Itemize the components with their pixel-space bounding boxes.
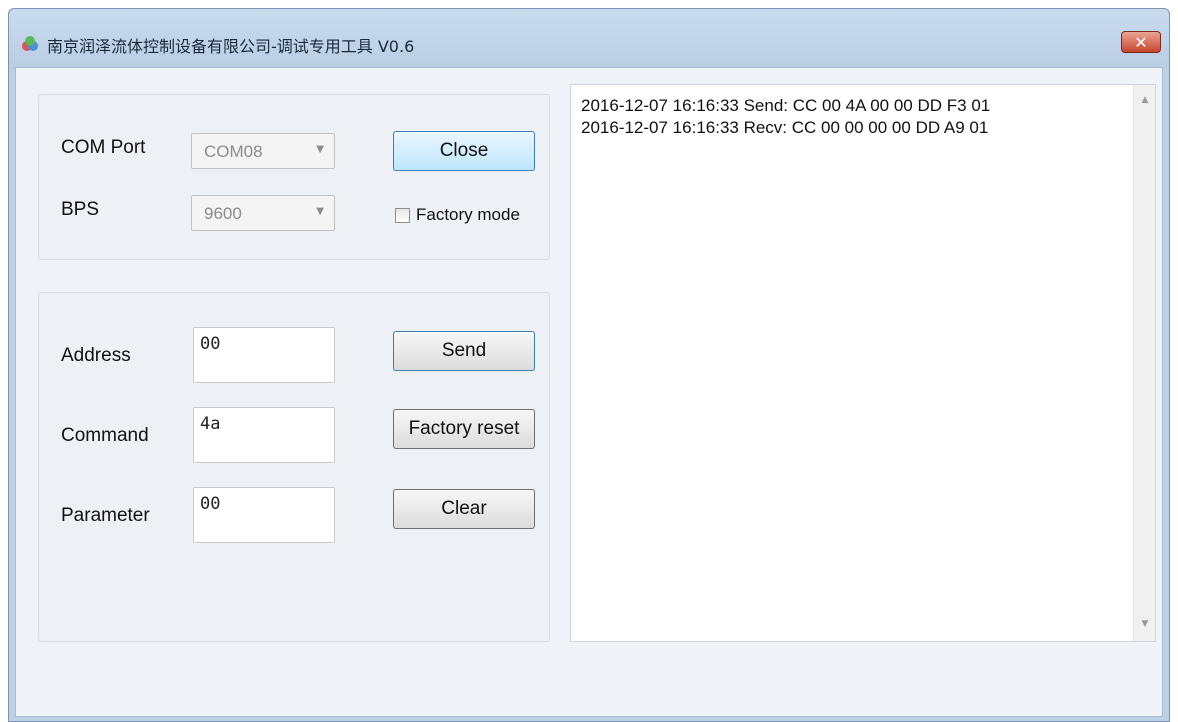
- log-scrollbar[interactable]: ▲ ▼: [1133, 85, 1155, 641]
- title-bar: 南京润泽流体控制设备有限公司-调试专用工具 V0.6 ✕: [9, 9, 1169, 69]
- checkbox-box[interactable]: [395, 207, 410, 223]
- clear-button[interactable]: Clear: [393, 489, 535, 529]
- factory-mode-label: Factory mode: [416, 205, 520, 224]
- log-lines: 2016-12-07 16:16:33 Send: CC 00 4A 00 00…: [581, 95, 990, 139]
- parameter-label: Parameter: [61, 505, 150, 526]
- command-value: 4a: [200, 414, 221, 434]
- bps-label: BPS: [61, 199, 100, 220]
- factory-reset-button[interactable]: Factory reset: [393, 409, 535, 449]
- address-value: 00: [200, 334, 221, 354]
- address-field[interactable]: 00: [193, 327, 335, 383]
- scroll-up-icon[interactable]: ▲: [1134, 95, 1156, 105]
- close-port-button[interactable]: Close: [393, 131, 535, 171]
- send-button[interactable]: Send: [393, 331, 535, 371]
- parameter-value: 00: [200, 494, 221, 514]
- parameter-field[interactable]: 00: [193, 487, 335, 543]
- main-window: 南京润泽流体控制设备有限公司-调试专用工具 V0.6 ✕ COM Port CO…: [8, 8, 1170, 722]
- serial-settings-group: COM Port COM08 ▼ Close BPS 9600 ▼ Factor…: [38, 94, 550, 260]
- app-icon: [22, 36, 38, 51]
- com-port-select[interactable]: COM08 ▼: [191, 133, 335, 169]
- command-field[interactable]: 4a: [193, 407, 335, 463]
- client-area: COM Port COM08 ▼ Close BPS 9600 ▼ Factor…: [15, 67, 1163, 717]
- log-textarea[interactable]: 2016-12-07 16:16:33 Send: CC 00 4A 00 00…: [570, 84, 1156, 642]
- com-port-label: COM Port: [61, 137, 146, 158]
- command-group: Address 00 Send Command 4a Factory reset…: [38, 292, 550, 642]
- bps-select[interactable]: 9600 ▼: [191, 195, 335, 231]
- close-icon: ✕: [1134, 32, 1148, 52]
- bps-value: 9600: [204, 204, 242, 223]
- log-line: 2016-12-07 16:16:33 Recv: CC 00 00 00 00…: [581, 118, 989, 137]
- command-label: Command: [61, 425, 149, 446]
- scroll-down-icon[interactable]: ▼: [1134, 619, 1156, 629]
- com-port-value: COM08: [204, 142, 263, 161]
- window-title: 南京润泽流体控制设备有限公司-调试专用工具 V0.6: [47, 37, 415, 56]
- chevron-down-icon: ▼: [316, 206, 324, 217]
- log-line: 2016-12-07 16:16:33 Send: CC 00 4A 00 00…: [581, 96, 991, 115]
- chevron-down-icon: ▼: [316, 144, 324, 155]
- close-window-button[interactable]: ✕: [1121, 31, 1161, 53]
- factory-mode-checkbox[interactable]: Factory mode: [395, 205, 520, 225]
- address-label: Address: [61, 345, 131, 366]
